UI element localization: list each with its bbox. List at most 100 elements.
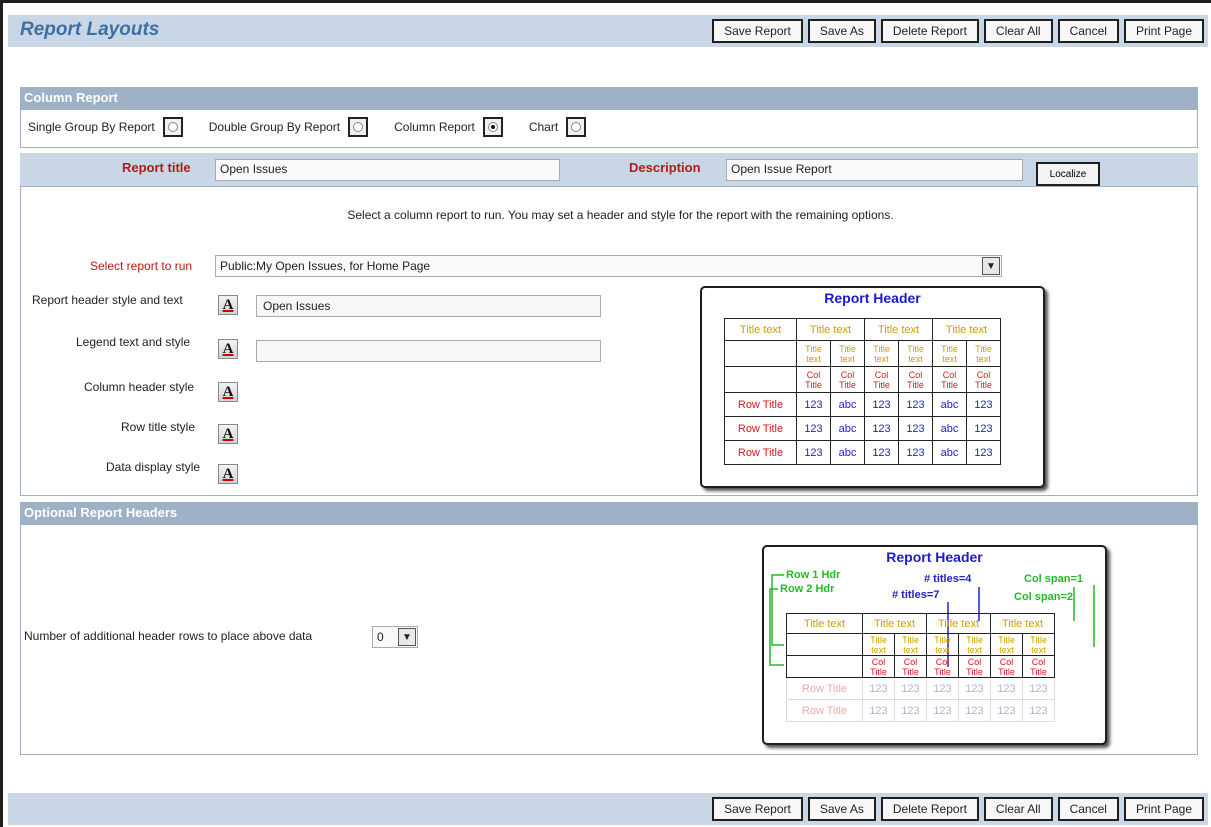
chevron-down-icon[interactable]: ▼: [982, 257, 1000, 275]
empty-cell: [724, 366, 797, 393]
column-report-heading: Column Report: [20, 87, 1198, 109]
report-title-input[interactable]: Open Issues: [215, 159, 560, 181]
clear-all-button[interactable]: Clear All: [983, 19, 1053, 43]
chevron-down-icon[interactable]: ▼: [398, 628, 416, 646]
data-cell: 123: [898, 440, 933, 465]
data-cell: 123: [926, 699, 959, 722]
empty-cell: [724, 340, 797, 367]
title-small-cell: Title text: [894, 633, 927, 656]
data-cell: 123: [862, 699, 895, 722]
optional-headers-heading: Optional Report Headers: [20, 502, 1198, 524]
data-cell: 123: [894, 699, 927, 722]
report-type-label: Chart: [528, 120, 559, 134]
select-report-dropdown[interactable]: Public:My Open Issues, for Home Page ▼: [215, 255, 1002, 277]
window-frame-left: [0, 0, 3, 827]
description-input[interactable]: Open Issue Report: [726, 159, 1023, 181]
data-cell: abc: [830, 416, 865, 441]
text-style-icon[interactable]: A: [218, 295, 238, 315]
col-title-cell: Col Title: [958, 655, 991, 678]
header-rows-select[interactable]: 0 ▼: [372, 626, 418, 648]
report-header-input[interactable]: Open Issues: [256, 295, 601, 317]
legend-text-input[interactable]: [256, 340, 601, 362]
top-toolbar: Report Layouts Save Report Save As Delet…: [8, 15, 1208, 47]
clear-all-button[interactable]: Clear All: [983, 797, 1053, 821]
data-cell: abc: [830, 440, 865, 465]
title-small-cell: Title text: [898, 340, 933, 367]
col-title-cell: Col Title: [862, 655, 895, 678]
save-report-button[interactable]: Save Report: [712, 797, 803, 821]
data-display-style-label: Data display style: [106, 460, 201, 474]
col-title-cell: Col Title: [894, 655, 927, 678]
save-report-button[interactable]: Save Report: [712, 19, 803, 43]
data-cell: 123: [862, 677, 895, 700]
print-page-button[interactable]: Print Page: [1123, 797, 1204, 821]
localize-button[interactable]: Localize: [1036, 162, 1100, 186]
data-cell: 123: [990, 677, 1023, 700]
data-cell: 123: [958, 677, 991, 700]
title-cell: Title text: [862, 613, 927, 634]
col-title-cell: Col Title: [796, 366, 831, 393]
window-frame-top: [0, 0, 1211, 3]
title-small-cell: Title text: [830, 340, 865, 367]
data-cell: 123: [796, 440, 831, 465]
text-style-icon[interactable]: A: [218, 464, 238, 484]
data-cell: 123: [796, 392, 831, 417]
chart-radio[interactable]: [566, 117, 587, 137]
data-cell: 123: [966, 392, 1001, 417]
bottom-toolbar: Save Report Save As Delete Report Clear …: [8, 793, 1208, 825]
bottom-action-buttons: Save Report Save As Delete Report Clear …: [712, 797, 1204, 821]
title-small-cell: Title text: [966, 340, 1001, 367]
row-title-cell: Row Title: [786, 699, 863, 722]
data-cell: 123: [958, 699, 991, 722]
row-title-cell: Row Title: [724, 416, 797, 441]
select-report-value: Public:My Open Issues, for Home Page: [220, 259, 431, 273]
data-cell: 123: [1022, 699, 1055, 722]
title-cell: Title text: [724, 318, 797, 341]
preview-table: Title text Title text Title text Title t…: [786, 613, 1055, 722]
report-layout-preview: Report Header Title text Title text Titl…: [700, 286, 1045, 488]
data-cell: 123: [894, 677, 927, 700]
data-cell: 123: [926, 677, 959, 700]
title-small-cell: Title text: [926, 633, 959, 656]
column-report-radio[interactable]: [482, 117, 503, 137]
data-cell: 123: [966, 440, 1001, 465]
save-as-button[interactable]: Save As: [807, 797, 876, 821]
top-action-buttons: Save Report Save As Delete Report Clear …: [712, 19, 1204, 43]
cancel-button[interactable]: Cancel: [1057, 797, 1119, 821]
double-group-by-radio[interactable]: [348, 117, 369, 137]
header-rows-label: Number of additional header rows to plac…: [24, 629, 313, 643]
report-type-label: Column Report: [394, 120, 475, 134]
print-page-button[interactable]: Print Page: [1123, 19, 1204, 43]
single-group-by-radio[interactable]: [162, 117, 183, 137]
title-cell: Title text: [864, 318, 933, 341]
report-type-label: Double Group By Report: [208, 120, 341, 134]
delete-report-button[interactable]: Delete Report: [880, 19, 979, 43]
text-style-icon[interactable]: A: [218, 382, 238, 402]
row-title-cell: Row Title: [724, 392, 797, 417]
help-text: Select a column report to run. You may s…: [347, 208, 894, 222]
col-title-cell: Col Title: [864, 366, 899, 393]
page-title: Report Layouts: [20, 19, 160, 40]
data-cell: 123: [864, 440, 899, 465]
report-type-options: Single Group By Report Double Group By R…: [28, 117, 612, 137]
text-style-icon[interactable]: A: [218, 424, 238, 444]
title-small-cell: Title text: [796, 340, 831, 367]
col-title-cell: Col Title: [932, 366, 967, 393]
header-rows-value: 0: [377, 630, 384, 644]
title-cell: Title text: [932, 318, 1001, 341]
data-cell: 123: [990, 699, 1023, 722]
title-small-cell: Title text: [864, 340, 899, 367]
title-cell: Title text: [786, 613, 863, 634]
delete-report-button[interactable]: Delete Report: [880, 797, 979, 821]
text-style-icon[interactable]: A: [218, 339, 238, 359]
cancel-button[interactable]: Cancel: [1057, 19, 1119, 43]
preview-report-header: Report Header: [824, 290, 921, 306]
preview-table: Title text Title text Title text Title t…: [724, 318, 1001, 465]
title-small-cell: Title text: [958, 633, 991, 656]
col-title-cell: Col Title: [898, 366, 933, 393]
report-type-label: Single Group By Report: [28, 120, 155, 134]
empty-cell: [786, 655, 863, 678]
data-cell: 123: [864, 416, 899, 441]
data-cell: abc: [932, 416, 967, 441]
save-as-button[interactable]: Save As: [807, 19, 876, 43]
